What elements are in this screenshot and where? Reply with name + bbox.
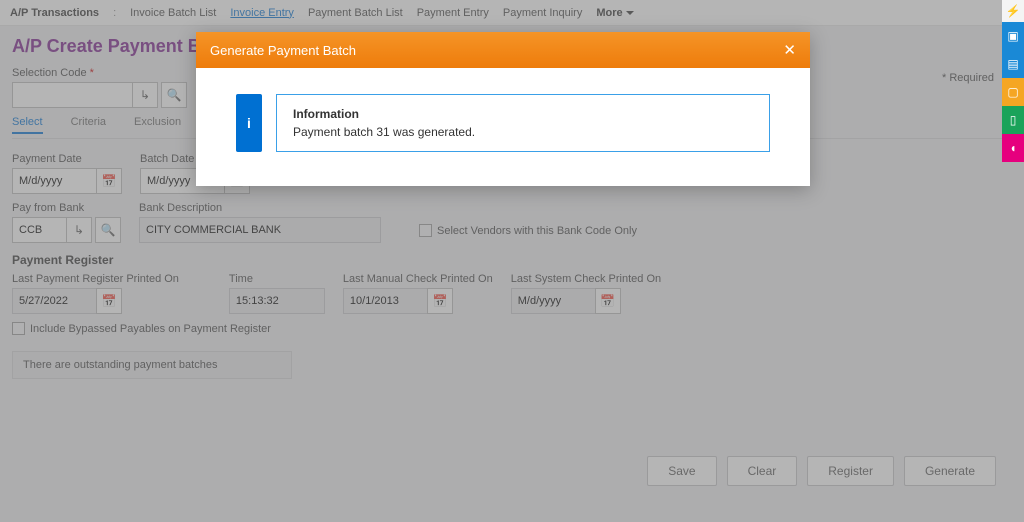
panel-icon: ▤ [1007, 57, 1018, 71]
close-icon: ✕ [783, 42, 796, 59]
modal-close-button[interactable]: ✕ [783, 41, 796, 59]
dock-btn-2[interactable]: ▤ [1002, 50, 1024, 78]
modal-info-message: Payment batch 31 was generated. [293, 125, 753, 139]
bolt-icon: ⚡ [1006, 4, 1021, 18]
flag-icon: ◖ [1009, 141, 1016, 155]
modal-title: Generate Payment Batch [210, 43, 356, 58]
modal-info-title: Information [293, 107, 753, 121]
info-icon: i [236, 94, 262, 152]
dock-btn-3[interactable]: ▢ [1002, 78, 1024, 106]
note-icon: ▢ [1007, 85, 1018, 99]
modal-header: Generate Payment Batch ✕ [196, 32, 810, 68]
generate-payment-batch-modal: Generate Payment Batch ✕ i Information P… [196, 32, 810, 186]
dock-btn-1[interactable]: ▣ [1002, 22, 1024, 50]
modal-message-box: Information Payment batch 31 was generat… [276, 94, 770, 152]
dock-btn-5[interactable]: ◖ [1002, 134, 1024, 162]
doc-icon: ▯ [1010, 113, 1017, 127]
dock-btn-4[interactable]: ▯ [1002, 106, 1024, 134]
right-dock: ⚡ ▣ ▤ ▢ ▯ ◖ [1002, 0, 1024, 162]
window-icon: ▣ [1007, 29, 1018, 43]
dock-bolt[interactable]: ⚡ [1002, 0, 1024, 22]
